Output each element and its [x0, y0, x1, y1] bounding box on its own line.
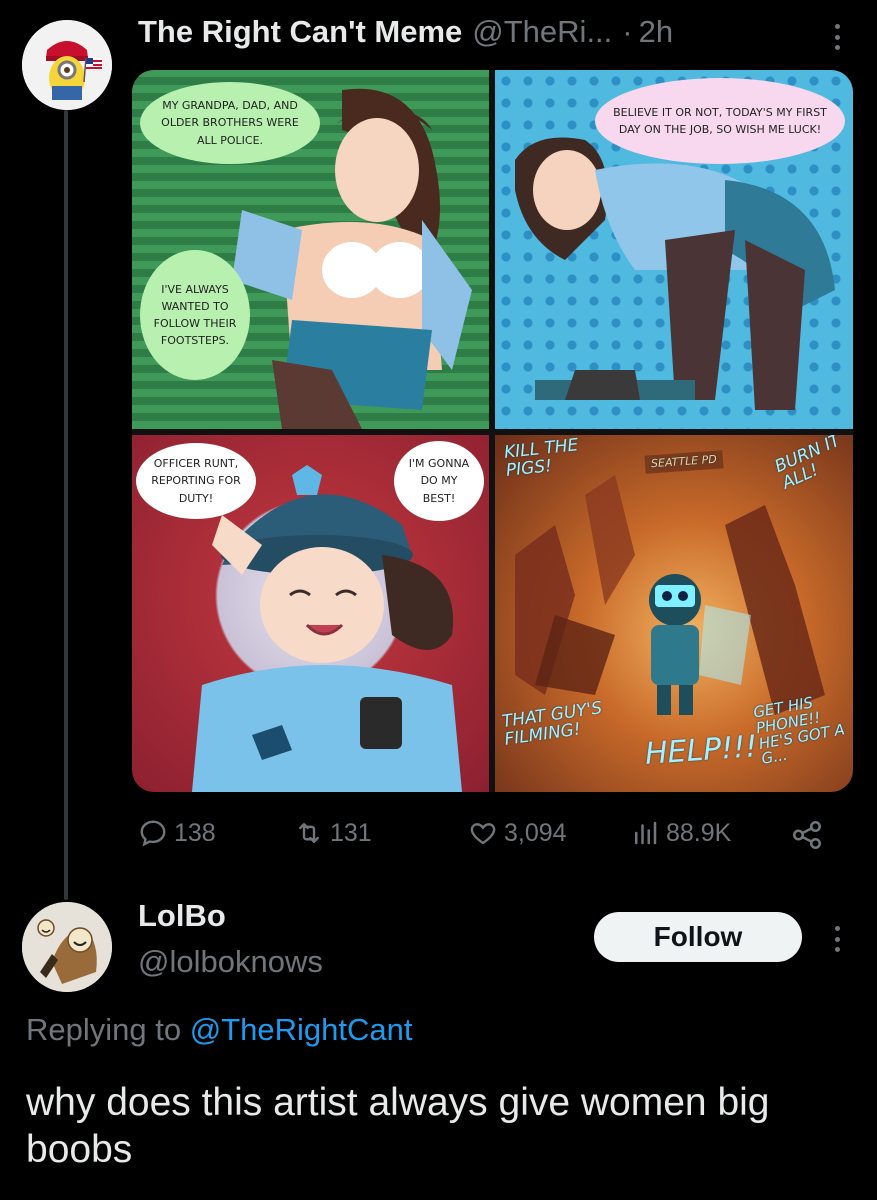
author-handle[interactable]: @TheRi... — [472, 14, 612, 50]
tweet-action-bar: 138 131 3,094 88.9K — [138, 818, 828, 858]
thread-connector-line — [64, 110, 68, 900]
views-icon — [635, 821, 657, 845]
views-count: 88.9K — [666, 818, 732, 847]
speech-bubble: I've always wanted to follow their foots… — [140, 250, 250, 380]
reply-author-handle[interactable]: @lolboknows — [138, 944, 323, 980]
sound-effect-text: Help!!! — [643, 729, 759, 772]
reply-icon — [140, 820, 166, 847]
more-options-icon[interactable] — [822, 924, 852, 954]
share-icon — [792, 820, 822, 850]
speech-bubble: My grandpa, dad, and older brothers were… — [140, 82, 320, 164]
author-display-name[interactable]: The Right Can't Meme — [138, 14, 462, 50]
comic-panel-4: Kill the pigs! Seattle PD Burn it all! T… — [495, 435, 853, 792]
more-options-icon[interactable] — [822, 22, 852, 52]
tweet-media-comic[interactable]: My grandpa, dad, and older brothers were… — [132, 70, 853, 792]
minion-avatar-icon — [22, 20, 112, 110]
tweet-timestamp[interactable]: 2h — [639, 14, 673, 50]
follow-button[interactable]: Follow — [594, 912, 802, 962]
comic-panel-1: My grandpa, dad, and older brothers were… — [132, 70, 489, 429]
avatar[interactable] — [22, 20, 112, 110]
lolbo-avatar-icon — [22, 902, 112, 992]
like-count: 3,094 — [504, 818, 567, 847]
comic-panel-2: Believe it or not, today's my first day … — [495, 70, 853, 429]
reply-author-display-name[interactable]: LolBo — [138, 898, 226, 934]
like-button[interactable]: 3,094 — [468, 818, 567, 848]
heart-icon — [470, 823, 496, 845]
separator-dot: · — [622, 14, 633, 49]
speech-bubble: Officer Runt, reporting for duty! — [136, 443, 256, 519]
replying-to-mention-link[interactable]: @TheRightCant — [190, 1012, 413, 1047]
replying-to-line: Replying to @TheRightCant — [26, 1012, 412, 1048]
tweet-header: The Right Can't Meme @TheRi... · 2h — [138, 14, 673, 50]
views-button[interactable]: 88.9K — [630, 818, 731, 848]
reply-button[interactable]: 138 — [138, 818, 216, 848]
speech-bubble: Believe it or not, today's my first day … — [595, 78, 845, 164]
retweet-button[interactable]: 131 — [294, 818, 372, 848]
reply-count: 138 — [174, 818, 216, 847]
avatar[interactable] — [22, 902, 112, 992]
replying-to-prefix: Replying to — [26, 1012, 190, 1047]
share-button[interactable] — [790, 818, 824, 852]
retweet-count: 131 — [330, 818, 372, 847]
retweet-icon — [299, 823, 319, 843]
comic-panel-3: Officer Runt, reporting for duty! I'm go… — [132, 435, 489, 792]
reply-tweet-text: why does this artist always give women b… — [26, 1081, 770, 1171]
speech-bubble: I'm gonna do my best! — [394, 441, 484, 521]
